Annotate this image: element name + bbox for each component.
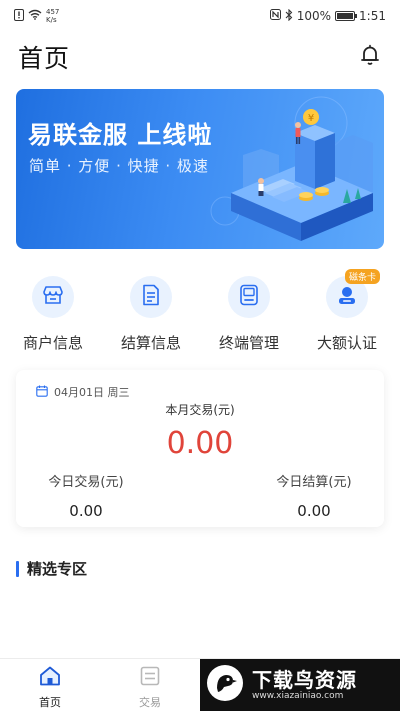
notification-icon xyxy=(14,8,24,24)
store-icon xyxy=(42,285,64,309)
bluetooth-icon xyxy=(285,8,293,24)
section-accent-bar xyxy=(16,560,19,577)
wifi-icon xyxy=(28,9,42,23)
bell-icon[interactable] xyxy=(360,44,380,70)
battery-icon xyxy=(335,11,358,21)
network-speed-value: 457 xyxy=(46,8,60,16)
quick-action-terminal-management[interactable]: 终端管理 xyxy=(214,270,284,360)
section-title: 精选专区 xyxy=(27,560,88,578)
quick-action-large-amount-verification[interactable]: 磁条卡 大额认证 xyxy=(312,269,382,360)
month-trade-value: 0.00 xyxy=(166,426,234,461)
site-watermark: 下载鸟资源 www.xiazainiao.com xyxy=(200,659,400,711)
svg-text:¥: ¥ xyxy=(308,113,314,124)
magstripe-card-badge: 磁条卡 xyxy=(345,269,381,284)
qa-icon-circle xyxy=(130,276,172,318)
qa-label: 大额认证 xyxy=(316,334,377,352)
date-text: 04月01日 周三 xyxy=(54,386,130,399)
header: 首页 xyxy=(0,32,400,82)
network-speed-unit: K/s xyxy=(46,16,57,24)
home-icon xyxy=(39,666,61,690)
today-settlement-value: 0.00 xyxy=(297,502,331,520)
qa-label: 终端管理 xyxy=(218,334,279,352)
nav-transaction-label: 交易 xyxy=(139,696,161,709)
network-speed: 457 K/s xyxy=(46,8,59,24)
battery-fill xyxy=(337,13,354,19)
banner-subtitle: 简单 · 方便 · 快捷 · 极速 xyxy=(29,157,209,175)
today-trade-value: 0.00 xyxy=(69,502,103,520)
user-verify-icon xyxy=(336,284,358,310)
status-bar: 457 K/s 100% 1:51 xyxy=(0,0,400,32)
today-trade: 今日交易(元) 0.00 xyxy=(16,471,156,520)
nfc-icon xyxy=(269,9,281,23)
qa-label: 结算信息 xyxy=(120,334,181,352)
document-icon xyxy=(142,284,160,310)
quick-action-merchant-info[interactable]: 商户信息 xyxy=(18,270,88,360)
transaction-summary-card: 04月01日 周三 本月交易(元) 0.00 今日交易(元) 0.00 今日结算… xyxy=(16,370,384,527)
promo-banner[interactable]: 易联金服 上线啦 简单 · 方便 · 快捷 · 极速 ¥ xyxy=(16,89,384,249)
bird-logo-icon xyxy=(206,664,244,706)
page-title: 首页 xyxy=(18,44,71,73)
month-trade-label: 本月交易(元) xyxy=(165,403,235,417)
banner-illustration: ¥ xyxy=(210,96,373,241)
transaction-icon xyxy=(140,666,160,690)
pos-terminal-icon xyxy=(239,284,259,310)
card-date: 04月01日 周三 xyxy=(36,384,130,400)
qa-icon-circle xyxy=(32,276,74,318)
status-right: 100% 1:51 xyxy=(269,8,386,24)
today-settlement: 今日结算(元) 0.00 xyxy=(244,471,384,520)
nav-transaction[interactable]: 交易 xyxy=(100,659,200,711)
featured-section-heading: 精选专区 xyxy=(16,558,87,579)
watermark-title: 下载鸟资源 xyxy=(252,668,357,692)
calendar-icon xyxy=(36,385,48,400)
today-trade-label: 今日交易(元) xyxy=(48,475,124,490)
watermark-text: 下载鸟资源 www.xiazainiao.com xyxy=(252,669,357,701)
today-settlement-label: 今日结算(元) xyxy=(276,475,352,490)
nav-home[interactable]: 首页 xyxy=(0,659,100,711)
quick-action-settlement-info[interactable]: 结算信息 xyxy=(116,270,186,360)
quick-actions: 商户信息 结算信息 终端管理 磁条卡 大额认证 xyxy=(0,269,400,360)
clock: 1:51 xyxy=(359,9,386,23)
nav-home-label: 首页 xyxy=(39,696,61,709)
battery-percent: 100% xyxy=(296,9,332,23)
banner-title: 易联金服 上线啦 xyxy=(28,121,213,149)
watermark-url: www.xiazainiao.com xyxy=(252,691,344,701)
qa-icon-circle xyxy=(228,276,270,318)
qa-label: 商户信息 xyxy=(22,334,83,352)
status-left: 457 K/s xyxy=(14,8,59,24)
